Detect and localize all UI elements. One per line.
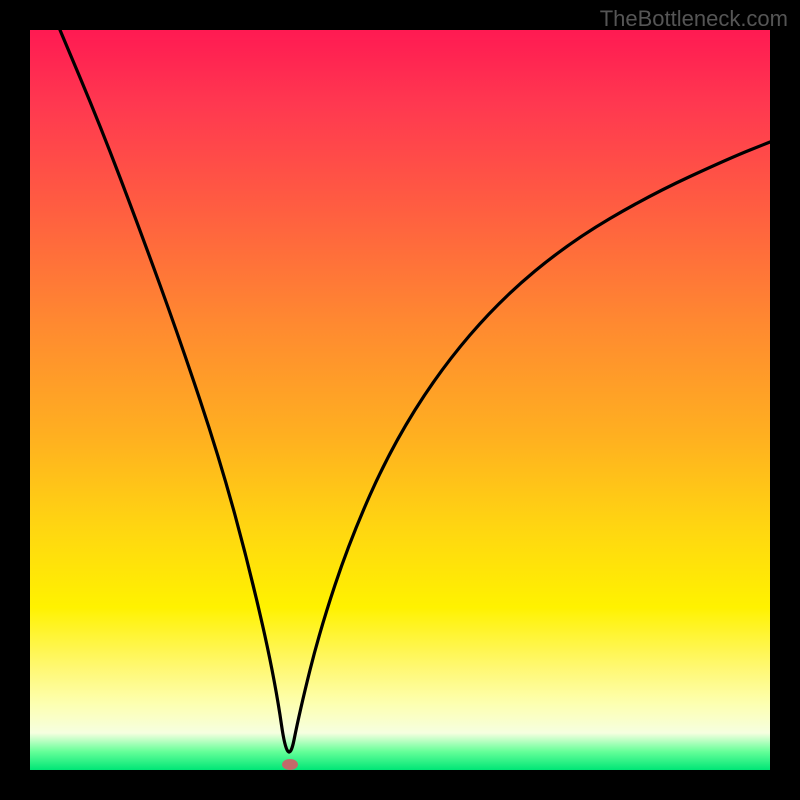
chart-container: TheBottleneck.com [0,0,800,800]
watermark-text: TheBottleneck.com [600,6,788,32]
plot-area [30,30,770,770]
optimum-marker [282,759,298,770]
bottleneck-curve [30,30,770,770]
